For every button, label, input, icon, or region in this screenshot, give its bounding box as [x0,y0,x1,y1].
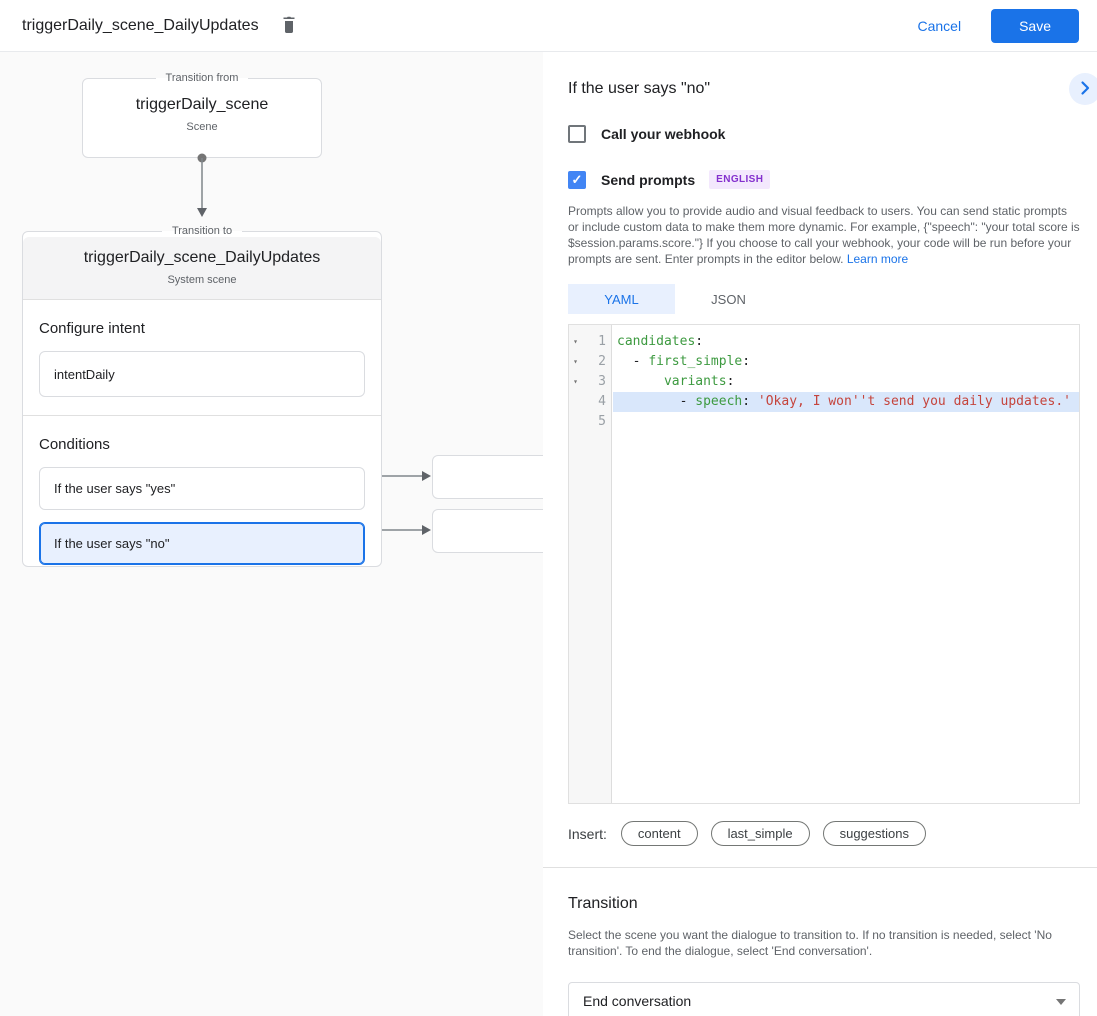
scene-diagram-canvas: Transition from triggerDaily_scene Scene [0,52,543,1016]
condition-target-box-yes[interactable] [432,455,543,499]
line-number: 3 [582,372,613,392]
collapse-panel-button[interactable] [1069,73,1097,105]
top-bar: triggerDaily_scene_DailyUpdates Cancel S… [0,0,1097,52]
line-number: 1 [582,332,613,352]
conditions-label: Conditions [39,436,365,453]
panel-divider [543,867,1097,868]
conditions-section: Conditions If the user says "yes" If the… [23,416,381,567]
condition-panel-title: If the user says "no" [568,80,710,98]
code-line-text: variants: [613,372,1079,392]
insert-chip-suggestions[interactable]: suggestions [823,821,926,846]
to-scene-type: System scene [33,274,371,286]
editor-format-tabs: YAML JSON [568,284,1080,314]
configure-intent-label: Configure intent [39,320,365,337]
condition-row-no[interactable]: If the user says "no" [39,522,365,565]
transition-to-card: Transition to triggerDaily_scene_DailyUp… [22,225,382,567]
configure-intent-section: Configure intent intentDaily [23,300,381,415]
fold-arrow-icon[interactable]: ▾ [569,372,582,392]
code-line[interactable]: ▾2 - first_simple: [569,352,1079,372]
to-scene-name: triggerDaily_scene_DailyUpdates [33,249,371,267]
code-line[interactable]: 5 [569,412,1079,432]
transition-select[interactable]: End conversation [568,982,1080,1016]
condition-target-box-no[interactable] [432,509,543,553]
gutter-cell: 4 [569,392,613,412]
line-number: 2 [582,352,613,372]
prompts-description-text: Prompts allow you to provide audio and v… [568,204,1080,266]
fold-arrow-icon[interactable]: ▾ [569,332,582,352]
cancel-button[interactable]: Cancel [905,10,973,42]
save-button[interactable]: Save [991,9,1079,43]
transition-from-label: Transition from [156,72,249,84]
learn-more-link[interactable]: Learn more [847,252,908,266]
gutter-cell: ▾3 [569,372,613,392]
code-line[interactable]: ▾1candidates: [569,332,1079,352]
insert-chip-content[interactable]: content [621,821,698,846]
line-number: 4 [582,392,613,412]
send-prompts-checkbox[interactable]: ✓ [568,171,586,189]
from-scene-name: triggerDaily_scene [91,96,313,114]
page-title: triggerDaily_scene_DailyUpdates [22,17,259,35]
delete-button[interactable] [279,13,299,38]
transition-from-card[interactable]: Transition from triggerDaily_scene Scene [82,72,322,158]
transition-section: Transition Select the scene you want the… [568,895,1080,1016]
from-scene-type: Scene [91,121,313,133]
transition-select-value: End conversation [583,993,691,1009]
call-webhook-checkbox[interactable] [568,125,586,143]
condition-detail-panel: If the user says "no" Call your webhook … [543,52,1097,1016]
code-line-text [613,412,1079,432]
insert-label: Insert: [568,826,607,842]
webhook-row: Call your webhook [568,125,1080,143]
scene-editor-app: triggerDaily_scene_DailyUpdates Cancel S… [0,0,1097,1016]
transition-heading: Transition [568,895,1080,913]
trash-icon [279,13,299,38]
line-number: 5 [582,412,613,432]
call-webhook-label: Call your webhook [601,126,725,142]
insert-chip-last-simple[interactable]: last_simple [711,821,810,846]
tab-json[interactable]: JSON [675,284,782,314]
dropdown-caret-icon [1056,999,1066,1005]
send-prompts-label: Send prompts [601,172,695,188]
code-line[interactable]: ▾3 variants: [569,372,1079,392]
language-badge: ENGLISH [709,170,770,189]
transition-description: Select the scene you want the dialogue t… [568,927,1080,959]
code-editor-lines: ▾1candidates:▾2 - first_simple:▾3 varian… [569,325,1079,432]
code-line[interactable]: 4 - speech: 'Okay, I won''t send you dai… [569,392,1079,412]
insert-row: Insert: content last_simple suggestions [568,821,1080,846]
intent-input[interactable]: intentDaily [39,351,365,397]
fold-arrow-icon[interactable]: ▾ [569,352,582,372]
gutter-cell: 5 [569,412,613,432]
chevron-right-icon [1077,80,1093,99]
gutter-cell: ▾1 [569,332,613,352]
tab-yaml[interactable]: YAML [568,284,675,314]
prompts-description: Prompts allow you to provide audio and v… [568,203,1080,267]
transition-to-label: Transition to [162,225,242,237]
send-prompts-row: ✓ Send prompts ENGLISH [568,170,1080,189]
gutter-cell: ▾2 [569,352,613,372]
code-line-text: - speech: 'Okay, I won''t send you daily… [613,392,1079,412]
prompt-code-editor[interactable]: ▾1candidates:▾2 - first_simple:▾3 varian… [568,324,1080,804]
code-line-text: candidates: [613,332,1079,352]
to-scene-header: triggerDaily_scene_DailyUpdates System s… [23,235,381,300]
condition-row-yes[interactable]: If the user says "yes" [39,467,365,510]
code-line-text: - first_simple: [613,352,1079,372]
